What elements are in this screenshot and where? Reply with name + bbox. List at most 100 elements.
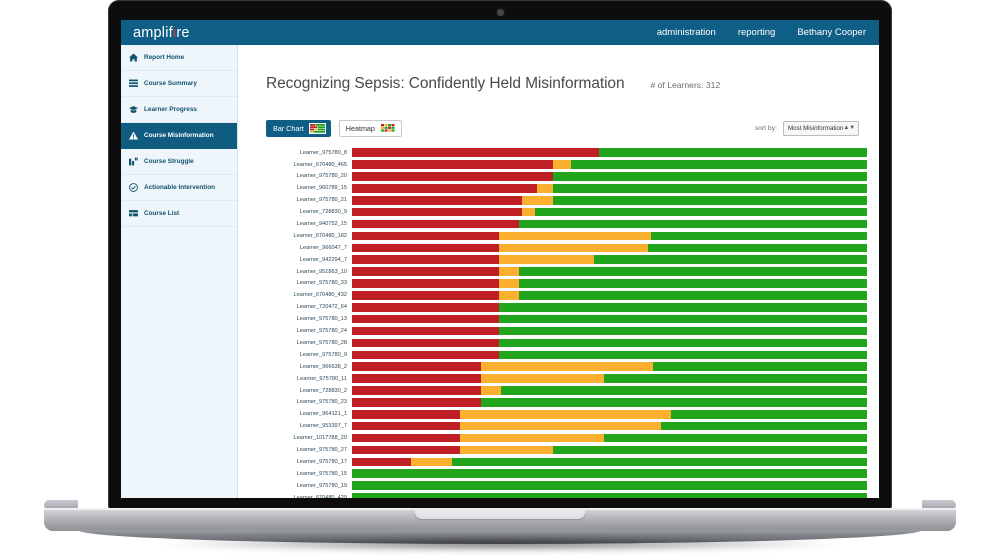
chart-row-bar[interactable]	[352, 279, 867, 288]
chart-row-bar[interactable]	[352, 362, 867, 371]
chart-row-bar[interactable]	[352, 196, 867, 205]
amplifire-logo[interactable]: amplifire	[133, 25, 190, 41]
misinformation-segment[interactable]	[352, 291, 499, 300]
misinformation-segment[interactable]	[352, 232, 499, 241]
informed-segment[interactable]	[499, 339, 867, 348]
uninformed-segment[interactable]	[481, 374, 605, 383]
uninformed-segment[interactable]	[522, 196, 553, 205]
uninformed-segment[interactable]	[499, 291, 520, 300]
sidebar-item-course-list[interactable]: Course List	[121, 201, 237, 227]
informed-segment[interactable]	[519, 220, 867, 229]
chart-row[interactable]: Learner_966638_2	[252, 361, 867, 373]
informed-segment[interactable]	[499, 303, 867, 312]
uninformed-segment[interactable]	[499, 244, 648, 253]
sort-by-select[interactable]: Most Misinformation ▲▼	[783, 121, 859, 136]
misinformation-segment[interactable]	[352, 434, 460, 443]
chart-row[interactable]: Learner_670480_429	[252, 492, 867, 498]
chart-row-bar[interactable]	[352, 160, 867, 169]
misinformation-segment[interactable]	[352, 386, 481, 395]
sidebar-item-course-summary[interactable]: Course Summary	[121, 71, 237, 97]
chart-row[interactable]: Learner_975780_27	[252, 444, 867, 456]
chart-row-bar[interactable]	[352, 267, 867, 276]
chart-row[interactable]: Learner_975780_24	[252, 325, 867, 337]
chart-row[interactable]: Learner_964121_1	[252, 408, 867, 420]
informed-segment[interactable]	[661, 422, 867, 431]
chart-row[interactable]: Learner_670480_182	[252, 230, 867, 242]
uninformed-segment[interactable]	[522, 208, 535, 217]
informed-segment[interactable]	[519, 291, 867, 300]
misinformation-segment[interactable]	[352, 279, 499, 288]
chart-row-bar[interactable]	[352, 422, 867, 431]
sidebar-item-actionable-intervention[interactable]: Actionable Intervention	[121, 175, 237, 201]
informed-segment[interactable]	[519, 267, 867, 276]
chart-row[interactable]: Learner_975780_23	[252, 396, 867, 408]
chart-row-bar[interactable]	[352, 398, 867, 407]
misinformation-segment[interactable]	[352, 315, 499, 324]
misinformation-segment[interactable]	[352, 327, 499, 336]
chart-row[interactable]: Learner_975780_17	[252, 456, 867, 468]
informed-segment[interactable]	[553, 446, 867, 455]
informed-segment[interactable]	[352, 493, 867, 498]
misinformation-segment[interactable]	[352, 422, 460, 431]
heatmap-button[interactable]: Heatmap	[339, 120, 402, 137]
chart-row-bar[interactable]	[352, 244, 867, 253]
chart-row-bar[interactable]	[352, 339, 867, 348]
misinformation-segment[interactable]	[352, 220, 519, 229]
chart-row[interactable]: Learner_975780_20	[252, 171, 867, 183]
chart-row[interactable]: Learner_942294_7	[252, 254, 867, 266]
informed-segment[interactable]	[499, 327, 867, 336]
informed-segment[interactable]	[553, 184, 867, 193]
informed-segment[interactable]	[501, 386, 867, 395]
misinformation-segment[interactable]	[352, 244, 499, 253]
informed-segment[interactable]	[553, 196, 867, 205]
chart-row[interactable]: Learner_670480_465	[252, 159, 867, 171]
chart-row[interactable]: Learner_728830_9	[252, 206, 867, 218]
sidebar-item-learner-progress[interactable]: Learner Progress	[121, 97, 237, 123]
chart-row[interactable]: Learner_975780_28	[252, 337, 867, 349]
chart-row[interactable]: Learner_975780_33	[252, 278, 867, 290]
chart-row-bar[interactable]	[352, 458, 867, 467]
misinformation-segment[interactable]	[352, 267, 499, 276]
chart-row-bar[interactable]	[352, 374, 867, 383]
misinformation-segment[interactable]	[352, 362, 481, 371]
misinformation-segment[interactable]	[352, 196, 522, 205]
chart-row-bar[interactable]	[352, 255, 867, 264]
chart-row-bar[interactable]	[352, 351, 867, 360]
chart-row-bar[interactable]	[352, 184, 867, 193]
misinformation-segment[interactable]	[352, 339, 499, 348]
misinformation-segment[interactable]	[352, 172, 553, 181]
chart-row[interactable]: Learner_975780_11	[252, 373, 867, 385]
chart-row-bar[interactable]	[352, 434, 867, 443]
uninformed-segment[interactable]	[553, 160, 571, 169]
informed-segment[interactable]	[553, 172, 867, 181]
chart-row-bar[interactable]	[352, 315, 867, 324]
chart-row[interactable]: Learner_720472_64	[252, 301, 867, 313]
informed-segment[interactable]	[594, 255, 867, 264]
chart-row-bar[interactable]	[352, 410, 867, 419]
uninformed-segment[interactable]	[411, 458, 452, 467]
chart-row-bar[interactable]	[352, 208, 867, 217]
sidebar-item-course-misinformation[interactable]: Course Misinformation	[121, 123, 237, 149]
misinformation-segment[interactable]	[352, 160, 553, 169]
chart-row[interactable]: Learner_975780_15	[252, 468, 867, 480]
uninformed-segment[interactable]	[499, 279, 520, 288]
uninformed-segment[interactable]	[499, 232, 651, 241]
misinformation-segment[interactable]	[352, 410, 460, 419]
chart-row[interactable]: Learner_975780_19	[252, 480, 867, 492]
chart-row-bar[interactable]	[352, 303, 867, 312]
uninformed-segment[interactable]	[460, 434, 604, 443]
misinformation-segment[interactable]	[352, 208, 522, 217]
informed-segment[interactable]	[519, 279, 867, 288]
uninformed-segment[interactable]	[537, 184, 552, 193]
informed-segment[interactable]	[604, 434, 867, 443]
informed-segment[interactable]	[599, 148, 867, 157]
uninformed-segment[interactable]	[499, 267, 520, 276]
chart-row-bar[interactable]	[352, 481, 867, 490]
misinformation-segment[interactable]	[352, 148, 599, 157]
uninformed-segment[interactable]	[499, 255, 594, 264]
chart-row-bar[interactable]	[352, 172, 867, 181]
chart-row-bar[interactable]	[352, 232, 867, 241]
chart-row[interactable]: Learner_1017788_20	[252, 432, 867, 444]
misinformation-segment[interactable]	[352, 351, 499, 360]
uninformed-segment[interactable]	[460, 410, 671, 419]
